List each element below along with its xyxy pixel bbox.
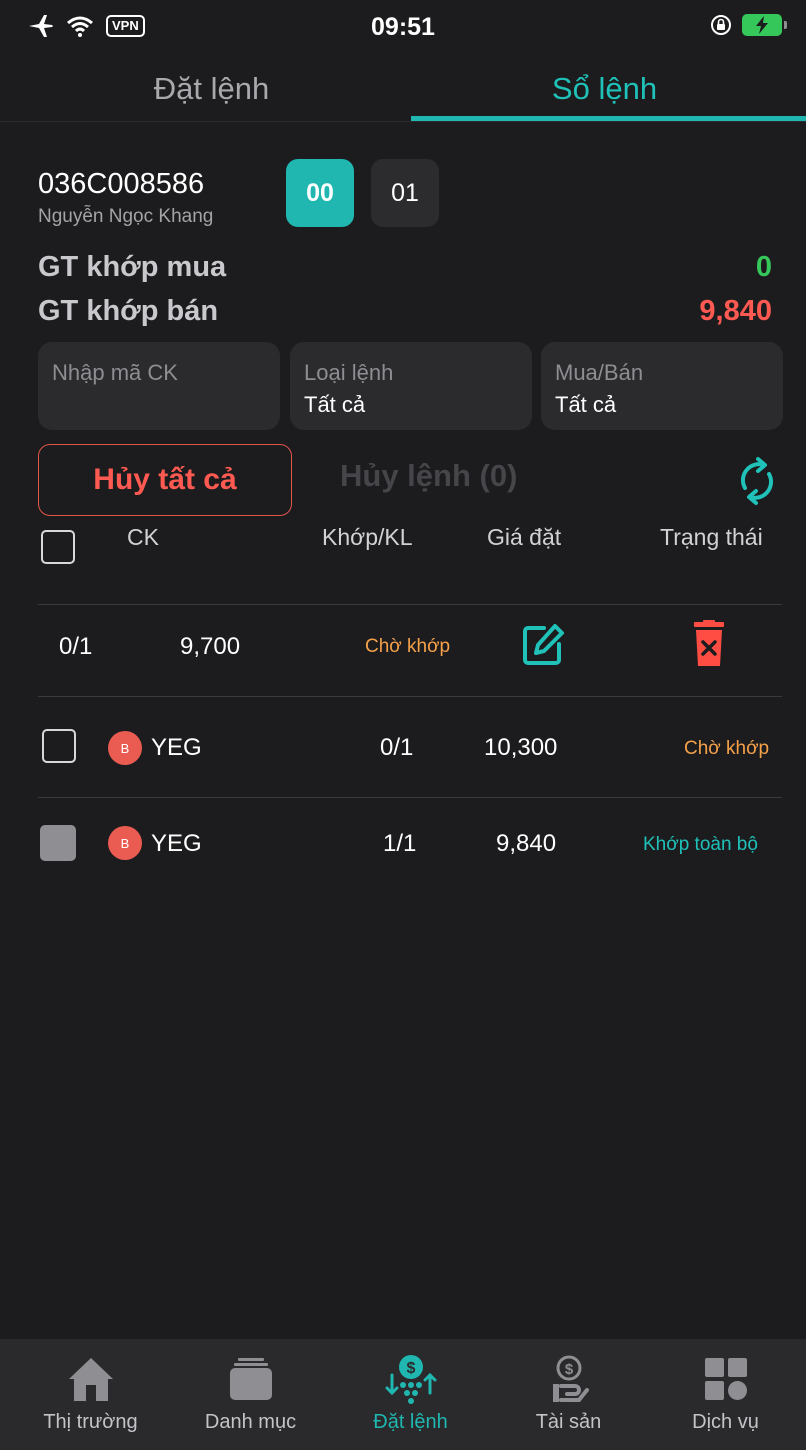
order-status: Chờ khớp bbox=[365, 636, 451, 657]
status-bar: VPN 09:51 bbox=[0, 0, 806, 56]
nav-label: Thị trường bbox=[43, 1411, 138, 1433]
clock: 09:51 bbox=[371, 13, 435, 41]
order-price: 9,700 bbox=[180, 633, 241, 660]
status-right bbox=[710, 14, 787, 36]
symbol-input-placeholder: Nhập mã CK bbox=[52, 360, 178, 385]
tab-place-order[interactable]: Đặt lệnh bbox=[10, 56, 413, 122]
active-tab-indicator bbox=[411, 116, 806, 121]
home-icon bbox=[63, 1353, 119, 1405]
cancel-selected-button[interactable]: Hủy lệnh (0) bbox=[340, 458, 517, 494]
sub-account-00-button[interactable]: 00 bbox=[286, 159, 354, 227]
header-symbol: CK bbox=[127, 524, 159, 550]
match-qty: 0/1 bbox=[59, 633, 93, 660]
edit-icon[interactable] bbox=[520, 622, 566, 668]
svg-text:$: $ bbox=[406, 1360, 415, 1377]
sub-account-01-button[interactable]: 01 bbox=[371, 159, 439, 227]
header-price: Giá đặt bbox=[487, 524, 562, 550]
order-type-select[interactable]: Loại lệnh Tất cả bbox=[290, 342, 532, 430]
nav-market[interactable]: Thị trường bbox=[10, 1339, 171, 1450]
order-type-label: Loại lệnh bbox=[304, 360, 394, 385]
account-holder: Nguyễn Ngọc Khang bbox=[38, 206, 214, 227]
order-symbol: YEG bbox=[151, 830, 202, 857]
rotation-lock-icon bbox=[711, 15, 731, 35]
svg-text:$: $ bbox=[564, 1361, 573, 1378]
divider bbox=[38, 797, 782, 798]
refresh-icon[interactable] bbox=[733, 456, 781, 506]
nav-services[interactable]: Dịch vụ bbox=[645, 1339, 806, 1450]
order-price: 10,300 bbox=[484, 734, 558, 761]
nav-label: Danh mục bbox=[204, 1411, 297, 1433]
row-checkbox-disabled bbox=[40, 825, 76, 861]
services-icon bbox=[698, 1353, 754, 1405]
order-symbol: YEG bbox=[151, 734, 202, 761]
order-book-screen: VPN 09:51 Đặt lệnh Sổ lệnh 036C008586 Ng… bbox=[0, 0, 806, 1450]
nav-label: Đặt lệnh bbox=[373, 1411, 448, 1433]
nav-label: Dịch vụ bbox=[692, 1411, 759, 1433]
order-status: Khớp toàn bộ bbox=[643, 834, 758, 855]
divider bbox=[38, 604, 782, 605]
nav-assets[interactable]: $ Tài sản bbox=[488, 1339, 649, 1450]
sell-matched-label: GT khớp bán bbox=[38, 295, 219, 327]
delete-icon[interactable] bbox=[692, 620, 726, 668]
header-status: Trạng thái bbox=[660, 524, 763, 550]
row-checkbox[interactable] bbox=[42, 729, 76, 763]
nav-place-order[interactable]: $ Đặt lệnh bbox=[330, 1339, 491, 1450]
order-price: 9,840 bbox=[496, 830, 557, 857]
buy-side-badge: B bbox=[108, 826, 142, 860]
order-status: Chờ khớp bbox=[684, 738, 770, 759]
side-value: Tất cả bbox=[555, 392, 617, 417]
divider bbox=[38, 696, 782, 697]
match-qty: 0/1 bbox=[380, 734, 414, 761]
bottom-nav: Thị trường Danh mục $ Đặt lệnh $ Tài sản… bbox=[0, 1339, 806, 1450]
asset-icon: $ bbox=[541, 1353, 597, 1405]
buy-side-badge: B bbox=[108, 731, 142, 765]
side-select[interactable]: Mua/Bán Tất cả bbox=[541, 342, 783, 430]
folder-icon bbox=[223, 1353, 279, 1405]
cancel-all-button[interactable]: Hủy tất cả bbox=[38, 444, 292, 516]
buy-matched-value: 0 bbox=[755, 251, 772, 283]
battery-icon bbox=[742, 14, 787, 36]
buy-matched-label: GT khớp mua bbox=[38, 251, 227, 283]
order-icon: $ bbox=[383, 1353, 439, 1405]
nav-portfolio[interactable]: Danh mục bbox=[170, 1339, 331, 1450]
order-type-value: Tất cả bbox=[304, 392, 366, 417]
charging-bolt-icon bbox=[756, 16, 768, 34]
tab-order-book[interactable]: Sổ lệnh bbox=[403, 56, 806, 122]
side-label: Mua/Bán bbox=[555, 360, 644, 385]
match-qty: 1/1 bbox=[383, 830, 417, 857]
sell-matched-value: 9,840 bbox=[699, 295, 772, 327]
account-number: 036C008586 bbox=[38, 168, 205, 200]
top-tabs: Đặt lệnh Sổ lệnh bbox=[0, 56, 806, 122]
symbol-input[interactable]: Nhập mã CK bbox=[38, 342, 280, 430]
nav-label: Tài sản bbox=[535, 1411, 602, 1433]
header-match-qty: Khớp/KL bbox=[322, 524, 413, 550]
select-all-checkbox[interactable] bbox=[41, 530, 75, 564]
